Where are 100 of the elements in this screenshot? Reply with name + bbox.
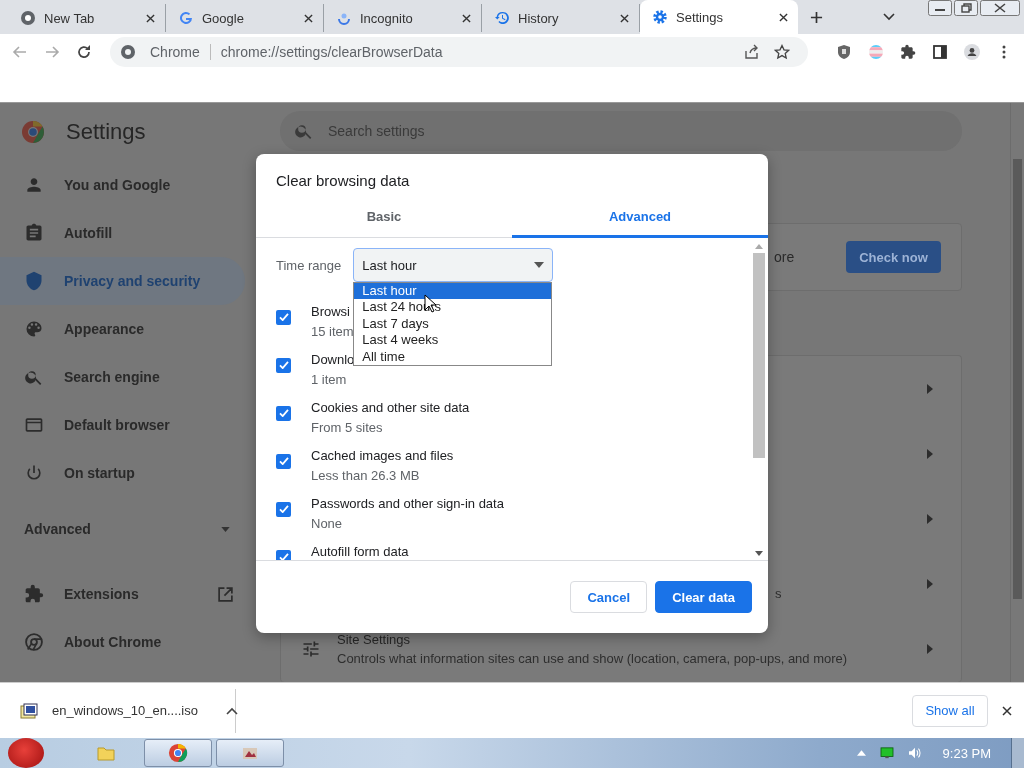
chevron-down-icon[interactable] [883,13,895,21]
sidebar-item[interactable]: About Chrome [0,618,256,666]
dropdown-option[interactable]: All time [354,348,552,365]
checkbox[interactable] [276,358,291,373]
scrollbar-thumb[interactable] [1013,159,1022,599]
puzzle-icon [24,584,44,604]
sidebar-item[interactable]: Default browser [0,401,256,449]
start-button[interactable] [8,738,44,768]
check-icon [278,312,289,321]
item-title: Cached images and files [311,448,454,463]
plus-icon[interactable] [810,11,823,24]
checkbox[interactable] [276,454,291,469]
dropdown-option[interactable]: Last hour [354,283,552,300]
scrollbar-thumb[interactable] [753,253,765,458]
browser-tab[interactable]: Google [166,4,324,32]
shield-icon [24,271,44,291]
sidebar-item[interactable]: On startup [0,449,256,497]
sidebar-item[interactable]: Search engine [0,353,256,401]
check-icon [278,552,289,560]
sidebar-item[interactable]: Extensions [0,570,256,618]
dropdown-option[interactable]: Last 7 days [354,315,552,333]
close-icon[interactable] [620,13,629,23]
dialog-title: Clear browsing data [275,171,411,191]
chevron-up-icon[interactable] [226,706,238,715]
page-title: Settings [66,119,146,145]
disc-file-icon [20,702,38,719]
close-icon[interactable] [980,0,1020,16]
chrome-outline-icon [24,632,44,652]
palette-icon [24,319,44,339]
caret-right-icon[interactable] [927,578,933,589]
sidebar-item[interactable]: You and Google [0,161,256,209]
external-link-icon [217,585,234,603]
chrome-icon [168,743,188,763]
restore-icon[interactable] [954,0,978,16]
caret-right-icon[interactable] [927,643,933,654]
item-detail: 15 item [311,324,354,339]
browser-window-icon [24,415,44,435]
row-title: Site Settings [337,631,411,647]
star-icon[interactable] [774,44,790,60]
row-description: Controls what information sites can use and show (location, camera, pop-ups, and more) [337,650,848,666]
address-bar[interactable]: Chrome chrome://settings/clearBrowserData [110,37,808,67]
close-icon[interactable] [1002,705,1012,716]
checkbox[interactable] [276,502,291,517]
close-icon[interactable] [462,13,471,23]
sidebar-item[interactable]: Appearance [0,305,256,353]
check-icon [278,408,289,417]
chrome-icon [120,44,136,60]
download-item[interactable]: en_windows_10_en....iso [0,688,236,733]
shield-icon[interactable] [836,44,852,60]
cancel-button[interactable]: Cancel [570,581,648,613]
checkbox[interactable] [276,406,291,421]
taskbar-button[interactable] [216,739,284,767]
item-detail: None [311,516,344,531]
back-arrow-icon[interactable] [12,44,28,60]
chrome-icon [20,10,36,26]
forward-arrow-icon[interactable] [44,44,60,60]
advanced-section-toggle[interactable]: Advanced [0,497,256,553]
reload-icon[interactable] [76,44,92,60]
close-icon[interactable] [146,13,155,23]
share-icon[interactable] [744,44,760,60]
puzzle-icon[interactable] [900,44,916,60]
gear-icon [652,9,668,25]
caret-right-icon[interactable] [927,448,933,459]
monitor-icon[interactable] [879,747,894,759]
browser-tab[interactable]: New Tab [8,4,166,32]
close-icon[interactable] [779,12,788,22]
dialog-tab[interactable]: Basic [256,196,512,237]
caret-right-icon[interactable] [927,513,933,524]
scroll-down-icon[interactable] [755,551,763,556]
show-hidden-icons-icon[interactable] [856,750,866,756]
show-desktop-button[interactable] [1011,738,1024,768]
clear-data-button[interactable]: Clear data [655,581,752,613]
check-now-button[interactable]: Check now [846,241,941,273]
minimize-icon[interactable] [928,0,952,16]
dropdown-option[interactable]: Last 4 weeks [354,332,552,349]
item-detail: 1 item [311,372,348,387]
scroll-up-icon[interactable] [755,244,763,249]
sidebar-item[interactable]: Autofill [0,209,256,257]
field-label: Time range [276,257,342,273]
taskbar-button[interactable] [144,739,212,767]
close-icon[interactable] [304,13,313,23]
check-icon [278,456,289,465]
history-icon [494,10,510,26]
side-panel-icon[interactable] [932,44,948,60]
speaker-icon[interactable] [907,747,922,759]
browser-tab[interactable]: Incognito [324,4,482,32]
time-range-select[interactable]: Last hour [353,248,554,282]
profile-icon[interactable] [964,44,980,60]
item-title: Downlo [311,352,355,367]
caret-down-icon [534,262,545,268]
row-text: s [775,586,782,601]
checkbox[interactable] [276,310,291,325]
chrome-logo-icon [22,121,44,143]
item-title: Browsi [311,304,351,319]
dialog-tab[interactable]: Advanced [512,196,768,238]
item-title: Cookies and other site data [311,400,470,415]
caret-right-icon[interactable] [927,383,933,394]
show-all-button[interactable]: Show all [912,694,988,727]
browser-tab[interactable]: Settings [640,0,798,34]
scrollbar[interactable] [1010,103,1024,682]
